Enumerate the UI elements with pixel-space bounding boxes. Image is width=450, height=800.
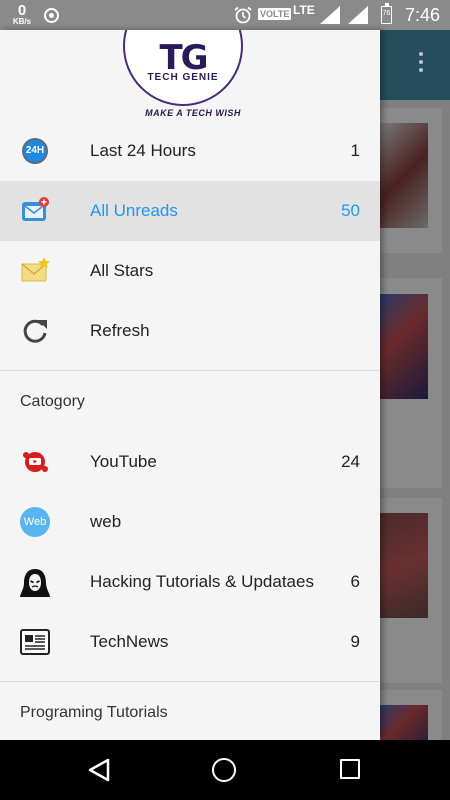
system-navigation-bar xyxy=(0,740,450,800)
status-bar: 0 KB/s VOLTE LTE 76 7:46 xyxy=(0,0,450,30)
category-item-youtube[interactable]: YouTube 24 xyxy=(0,432,380,492)
category-item-label: Hacking Tutorials & Updataes xyxy=(90,572,314,591)
volte-badge: VOLTE xyxy=(258,8,292,20)
signal-icon xyxy=(320,6,340,24)
feed-thumbnail xyxy=(380,513,428,618)
drawer-header: TG TECH GENIE MAKE A TECH WISH xyxy=(0,30,380,120)
menu-item-all-unreads[interactable]: All Unreads 50 xyxy=(0,181,380,241)
category-item-count: 24 xyxy=(341,452,360,471)
sync-icon xyxy=(44,8,59,23)
category-item-label: YouTube xyxy=(90,452,157,471)
category-item-count: 6 xyxy=(350,572,360,591)
feed-card[interactable] xyxy=(380,498,442,683)
menu-item-all-stars[interactable]: All Stars xyxy=(0,241,380,301)
category-item-count: 9 xyxy=(350,632,360,651)
tech-genie-logo: TG TECH GENIE xyxy=(123,30,243,106)
unread-mail-icon xyxy=(22,197,49,221)
web-icon: Web xyxy=(20,507,50,537)
category-item-label: TechNews xyxy=(90,632,169,651)
refresh-icon xyxy=(23,319,47,343)
home-icon[interactable] xyxy=(212,758,236,782)
lte-indicator: LTE xyxy=(293,3,315,17)
menu-item-label: All Stars xyxy=(90,261,154,280)
category-item-technews[interactable]: TechNews 9 xyxy=(0,612,380,672)
newspaper-icon xyxy=(20,629,50,655)
battery-level: 76 xyxy=(382,10,391,17)
logo-name: TECH GENIE xyxy=(147,72,219,83)
category-item-web[interactable]: Web web xyxy=(0,492,380,552)
24h-icon: 24H xyxy=(22,138,48,164)
section-divider xyxy=(0,681,380,682)
category-item-label: web xyxy=(90,512,122,531)
network-speed: 0 KB/s xyxy=(10,3,34,26)
youtube-icon xyxy=(21,450,49,474)
feed-card[interactable] xyxy=(380,108,442,253)
clock: 7:46 xyxy=(404,5,440,25)
feed-card[interactable] xyxy=(380,278,442,488)
feed-thumbnail xyxy=(380,294,428,399)
network-speed-unit: KB/s xyxy=(12,17,32,26)
battery-icon: 76 xyxy=(381,3,392,24)
menu-item-label: All Unreads xyxy=(90,201,178,220)
recent-apps-icon[interactable] xyxy=(340,759,360,779)
hacker-mask-icon xyxy=(20,569,50,597)
starred-mail-icon xyxy=(21,257,50,282)
menu-item-count: 1 xyxy=(350,141,360,160)
logo-tagline: MAKE A TECH WISH xyxy=(145,108,241,118)
menu-item-count: 50 xyxy=(341,201,360,220)
menu-item-label: Last 24 Hours xyxy=(90,141,196,160)
navigation-drawer: TG TECH GENIE MAKE A TECH WISH 24H Last … xyxy=(0,30,380,740)
menu-item-refresh[interactable]: Refresh xyxy=(0,301,380,361)
category-section-title: Catogory xyxy=(20,393,85,410)
overflow-menu-icon[interactable] xyxy=(418,52,424,76)
programming-section-title: Programing Tutorials xyxy=(20,704,168,721)
signal-icon-2 xyxy=(348,6,368,24)
back-icon[interactable] xyxy=(88,758,110,782)
feed-thumbnail xyxy=(380,123,428,228)
feed-thumbnail xyxy=(380,705,428,740)
network-speed-value: 0 xyxy=(17,2,27,19)
alarm-icon xyxy=(234,6,252,24)
menu-item-last-24-hours[interactable]: 24H Last 24 Hours 1 xyxy=(0,121,380,181)
menu-item-label: Refresh xyxy=(90,321,150,340)
category-item-hacking-tutorials[interactable]: Hacking Tutorials & Updataes 6 xyxy=(0,552,380,612)
feed-card[interactable] xyxy=(380,690,442,740)
section-divider xyxy=(0,370,380,371)
